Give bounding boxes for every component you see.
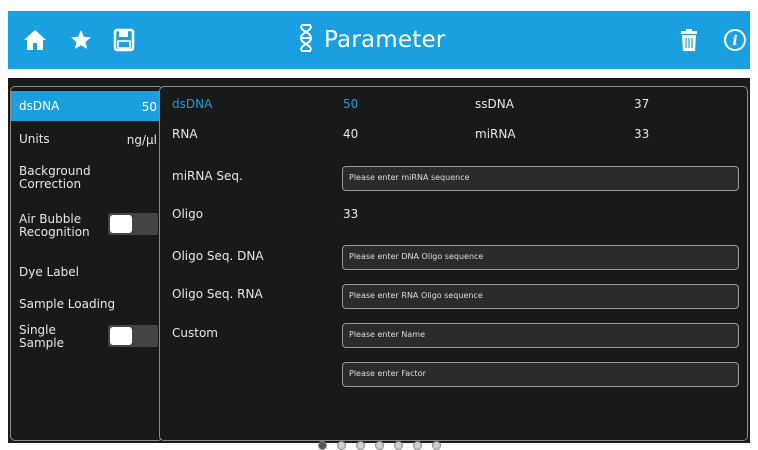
home-icon[interactable] bbox=[20, 25, 50, 55]
oligo-seq-dna-label: Oligo Seq. DNA bbox=[172, 249, 264, 263]
custom-label: Custom bbox=[172, 326, 218, 340]
air-bubble-toggle[interactable] bbox=[108, 213, 158, 235]
oligo-value[interactable]: 33 bbox=[343, 207, 358, 221]
oligo-seq-rna-label: Oligo Seq. RNA bbox=[172, 287, 263, 301]
custom-name-placeholder: Please enter Name bbox=[349, 330, 425, 339]
oligo-seq-dna-input[interactable]: Please enter DNA Oligo sequence bbox=[342, 245, 739, 270]
oligo-seq-rna-input[interactable]: Please enter RNA Oligo sequence bbox=[342, 284, 739, 309]
page-title-group: Parameter bbox=[298, 23, 445, 57]
page-dot[interactable] bbox=[432, 441, 441, 450]
trash-icon[interactable] bbox=[674, 25, 704, 55]
oligo-seq-dna-placeholder: Please enter DNA Oligo sequence bbox=[349, 252, 484, 261]
mirna-seq-input[interactable]: Please enter miRNA sequence bbox=[342, 166, 739, 191]
mirna-label: miRNA bbox=[475, 127, 516, 141]
ssdna-label: ssDNA bbox=[475, 97, 514, 111]
oligo-seq-rna-placeholder: Please enter RNA Oligo sequence bbox=[349, 291, 483, 300]
page-dot[interactable] bbox=[337, 441, 346, 450]
sidebar-item-single-sample: Single Sample bbox=[11, 322, 162, 352]
sidebar-item-label: dsDNA bbox=[19, 99, 60, 113]
mirna-seq-label: miRNA Seq. bbox=[172, 169, 243, 183]
page-title: Parameter bbox=[324, 27, 446, 53]
sidebar-item-dye-label[interactable]: Dye Label bbox=[11, 262, 162, 284]
rna-label: RNA bbox=[172, 127, 198, 141]
parameter-panel: dsDNA 50 ssDNA 37 RNA 40 miRNA 33 miRNA … bbox=[159, 86, 748, 441]
sidebar-item-value: ng/µl bbox=[126, 133, 157, 147]
page-indicator bbox=[318, 441, 448, 450]
page-dot[interactable] bbox=[394, 441, 403, 450]
dsdna-label: dsDNA bbox=[172, 97, 213, 111]
sidebar-item-air-bubble-recognition: Air Bubble Recognition bbox=[11, 211, 162, 241]
content-area: dsDNA 50 Units ng/µl Background Correcti… bbox=[8, 78, 750, 443]
header-bar: Parameter i bbox=[8, 11, 750, 69]
svg-text:i: i bbox=[732, 33, 737, 49]
mirna-seq-placeholder: Please enter miRNA sequence bbox=[349, 173, 470, 182]
dsdna-value[interactable]: 50 bbox=[343, 97, 358, 111]
custom-factor-input[interactable]: Please enter Factor bbox=[342, 362, 739, 387]
sidebar: dsDNA 50 Units ng/µl Background Correcti… bbox=[10, 86, 163, 441]
sidebar-item-label: Air Bubble Recognition bbox=[19, 212, 90, 239]
single-sample-toggle[interactable] bbox=[108, 325, 158, 347]
save-icon[interactable] bbox=[109, 25, 139, 55]
page-dot[interactable] bbox=[356, 441, 365, 450]
custom-name-input[interactable]: Please enter Name bbox=[342, 323, 739, 348]
dna-icon bbox=[298, 23, 314, 57]
toggle-knob bbox=[110, 215, 132, 233]
sidebar-item-label: Single Sample bbox=[19, 323, 64, 350]
sidebar-item-label: Background Correction bbox=[19, 164, 91, 191]
page-dot[interactable] bbox=[375, 441, 384, 450]
sidebar-item-label: Units bbox=[19, 132, 50, 146]
star-icon[interactable] bbox=[66, 25, 96, 55]
sidebar-item-dsdna[interactable]: dsDNA 50 bbox=[11, 91, 162, 121]
sidebar-item-label: Sample Loading bbox=[19, 297, 116, 311]
app-screen: Parameter i dsDNA 50 Units ng/µl Backgro… bbox=[0, 0, 758, 450]
info-icon[interactable]: i bbox=[720, 25, 750, 55]
toggle-knob bbox=[110, 327, 132, 345]
sidebar-item-background-correction[interactable]: Background Correction bbox=[11, 163, 162, 197]
ssdna-value[interactable]: 37 bbox=[634, 97, 649, 111]
oligo-label: Oligo bbox=[172, 207, 204, 221]
page-dot[interactable] bbox=[318, 441, 327, 450]
sidebar-item-sample-loading[interactable]: Sample Loading bbox=[11, 294, 162, 316]
rna-value[interactable]: 40 bbox=[343, 127, 358, 141]
custom-factor-placeholder: Please enter Factor bbox=[349, 369, 426, 378]
page-dot[interactable] bbox=[413, 441, 422, 450]
mirna-value[interactable]: 33 bbox=[634, 127, 649, 141]
sidebar-item-value: 50 bbox=[141, 100, 157, 114]
sidebar-item-label: Dye Label bbox=[19, 265, 79, 279]
sidebar-item-units[interactable]: Units ng/µl bbox=[11, 127, 162, 153]
